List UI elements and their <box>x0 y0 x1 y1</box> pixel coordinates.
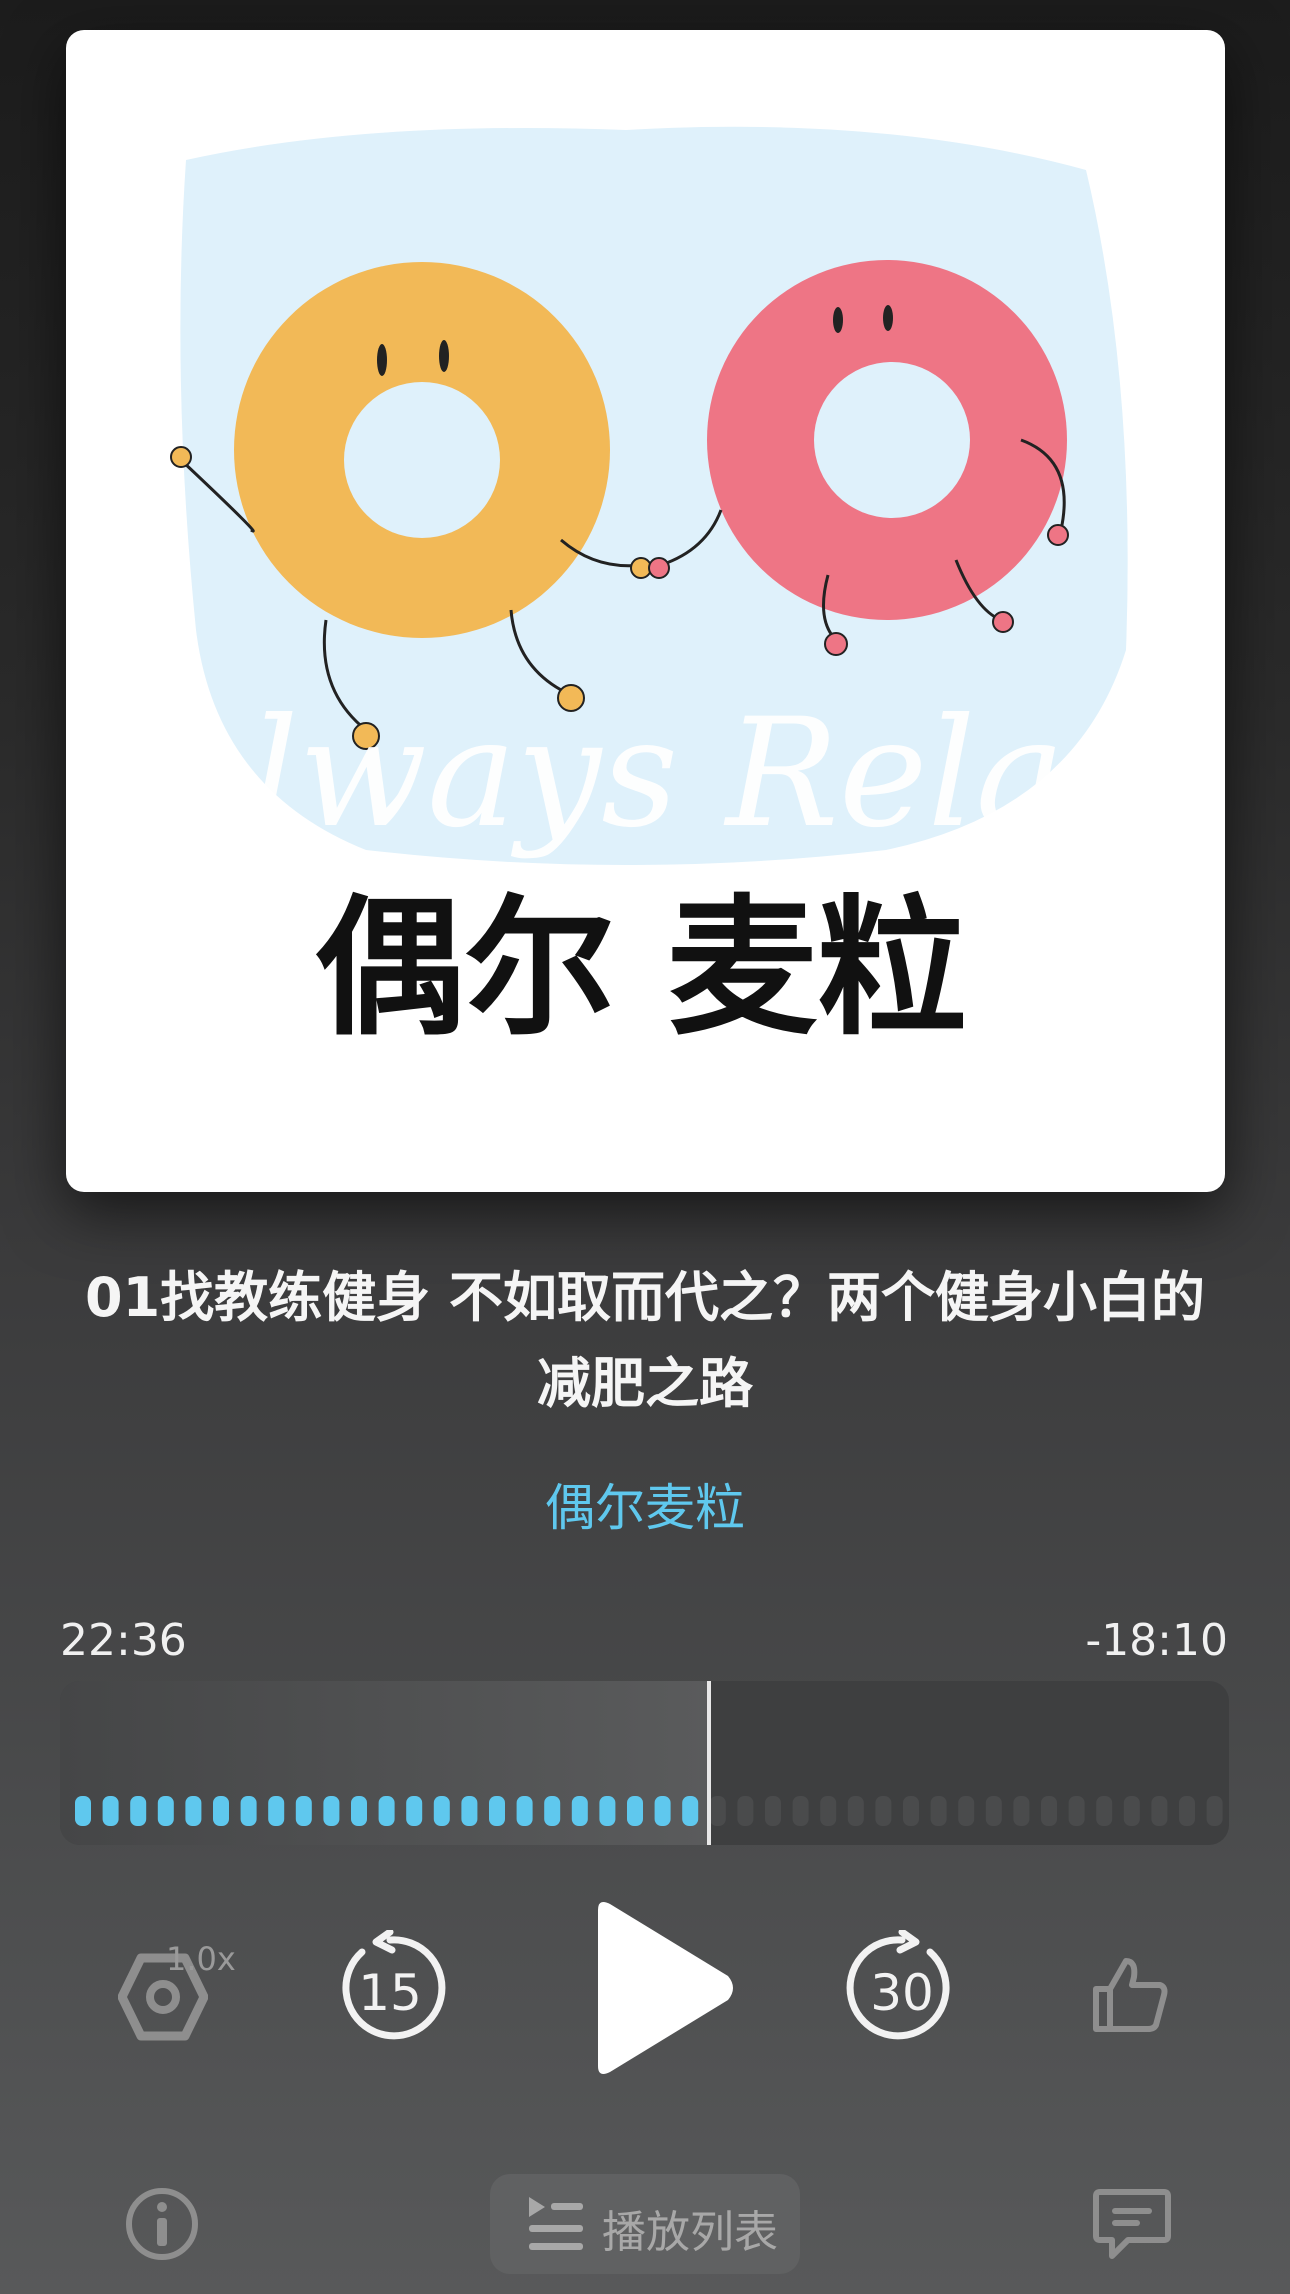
waveform-bar <box>930 1796 947 1826</box>
waveform-bar <box>1041 1796 1057 1826</box>
cover-illustration: Always Relax 偶尔 麦粒 <box>130 126 1150 1056</box>
waveform-bar <box>958 1796 975 1826</box>
skip-forward-30-icon[interactable]: 30 <box>844 1930 960 2046</box>
waveform-bar <box>102 1796 119 1826</box>
waveform-bar <box>323 1796 340 1826</box>
waveform-bar <box>1123 1796 1140 1826</box>
waveform-bar <box>185 1796 202 1826</box>
waveform-bar <box>1013 1796 1030 1826</box>
waveform-bar <box>903 1796 919 1826</box>
waveform-bar <box>544 1796 561 1826</box>
cover-art: Always Relax 偶尔 麦粒 <box>66 30 1225 1192</box>
waveform-bar <box>406 1796 423 1826</box>
waveform-bar <box>792 1796 809 1826</box>
waveform-bar <box>599 1796 616 1826</box>
elapsed-time: 22:36 <box>60 1615 187 1666</box>
waveform-bar <box>75 1796 91 1826</box>
waveform-bar <box>627 1796 643 1826</box>
svg-text:30: 30 <box>870 1964 934 2022</box>
waveform-bar <box>709 1796 726 1826</box>
waveform-bar <box>985 1796 1002 1826</box>
waveform-bar <box>378 1796 395 1826</box>
thumbs-up-icon[interactable] <box>1090 1955 1170 2035</box>
waveform-bar <box>654 1796 671 1826</box>
waveform <box>75 1796 1223 1826</box>
waveform-bar <box>1096 1796 1113 1826</box>
waveform-bar <box>1151 1796 1168 1826</box>
playlist-label[interactable]: 播放列表 <box>602 2196 778 2260</box>
waveform-bar <box>351 1796 367 1826</box>
waveform-bar <box>433 1796 450 1826</box>
waveform-bar <box>571 1796 588 1826</box>
waveform-bar <box>489 1796 505 1826</box>
speed-gear-icon[interactable] <box>118 1952 208 2042</box>
playlist-icon <box>529 2197 583 2250</box>
waveform-bar <box>1068 1796 1085 1826</box>
waveform-bar <box>240 1796 257 1826</box>
remaining-time: -18:10 <box>1085 1615 1228 1666</box>
playhead[interactable] <box>707 1681 711 1845</box>
waveform-bar <box>157 1796 174 1826</box>
waveform-bar <box>461 1796 478 1826</box>
comment-icon[interactable] <box>1092 2186 1172 2262</box>
waveform-bar <box>130 1796 147 1826</box>
waveform-bar <box>1179 1796 1195 1826</box>
cover-show-name: 偶尔 麦粒 <box>315 882 967 1056</box>
waveform-bar <box>847 1796 864 1826</box>
waveform-bar <box>516 1796 533 1826</box>
play-button[interactable] <box>588 1898 738 2078</box>
waveform-bar <box>268 1796 285 1826</box>
waveform-bar <box>737 1796 754 1826</box>
waveform-bar <box>1206 1796 1223 1826</box>
waveform-bar <box>213 1796 229 1826</box>
waveform-bar <box>875 1796 892 1826</box>
episode-author[interactable]: 偶尔麦粒 <box>0 1468 1290 1540</box>
waveform-bar <box>765 1796 781 1826</box>
waveform-bar <box>682 1796 699 1826</box>
progress-scrubber[interactable] <box>60 1681 1229 1845</box>
cover-watermark: Always Relax <box>130 687 1149 861</box>
svg-text:15: 15 <box>358 1964 422 2022</box>
episode-title: 01找教练健身 不如取而代之？两个健身小白的减肥之路 <box>85 1266 1205 1415</box>
info-icon[interactable] <box>124 2186 200 2262</box>
skip-back-15-icon[interactable]: 15 <box>332 1930 448 2046</box>
waveform-bar <box>820 1796 837 1826</box>
waveform-bar <box>295 1796 312 1826</box>
